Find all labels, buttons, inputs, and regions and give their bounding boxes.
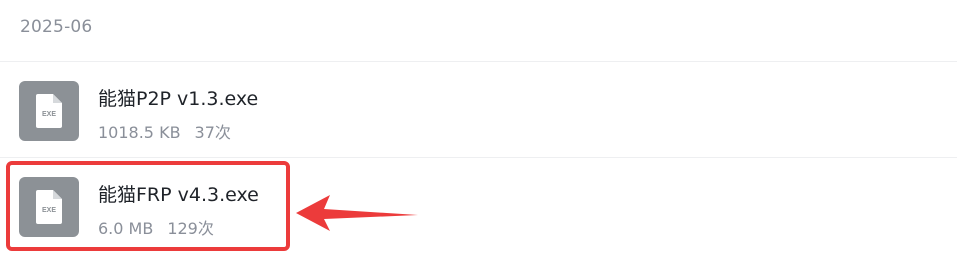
download-count: 37次	[194, 123, 231, 142]
exe-file-icon: EXE	[19, 81, 79, 141]
exe-icon-label: EXE	[42, 111, 56, 118]
file-name[interactable]: 能猫P2P v1.3.exe	[98, 84, 258, 111]
file-row-frp[interactable]: EXE 能猫FRP v4.3.exe 6.0 MB 129次	[0, 158, 957, 254]
month-group-header: 2025-06	[20, 17, 93, 37]
file-size: 6.0 MB	[98, 219, 154, 238]
exe-icon-label: EXE	[42, 207, 56, 214]
file-row-p2p[interactable]: EXE 能猫P2P v1.3.exe 1018.5 KB 37次	[0, 62, 957, 158]
left-arrow-annotation-icon	[296, 193, 420, 237]
file-meta: 1018.5 KB 37次	[98, 119, 231, 143]
download-count: 129次	[167, 219, 214, 238]
file-meta: 6.0 MB 129次	[98, 215, 214, 239]
file-list-page: 2025-06 EXE 能猫P2P v1.3.exe 1018.5 KB 37次 …	[0, 0, 957, 276]
file-size: 1018.5 KB	[98, 123, 181, 142]
exe-file-icon: EXE	[19, 177, 79, 237]
file-name[interactable]: 能猫FRP v4.3.exe	[98, 180, 259, 207]
